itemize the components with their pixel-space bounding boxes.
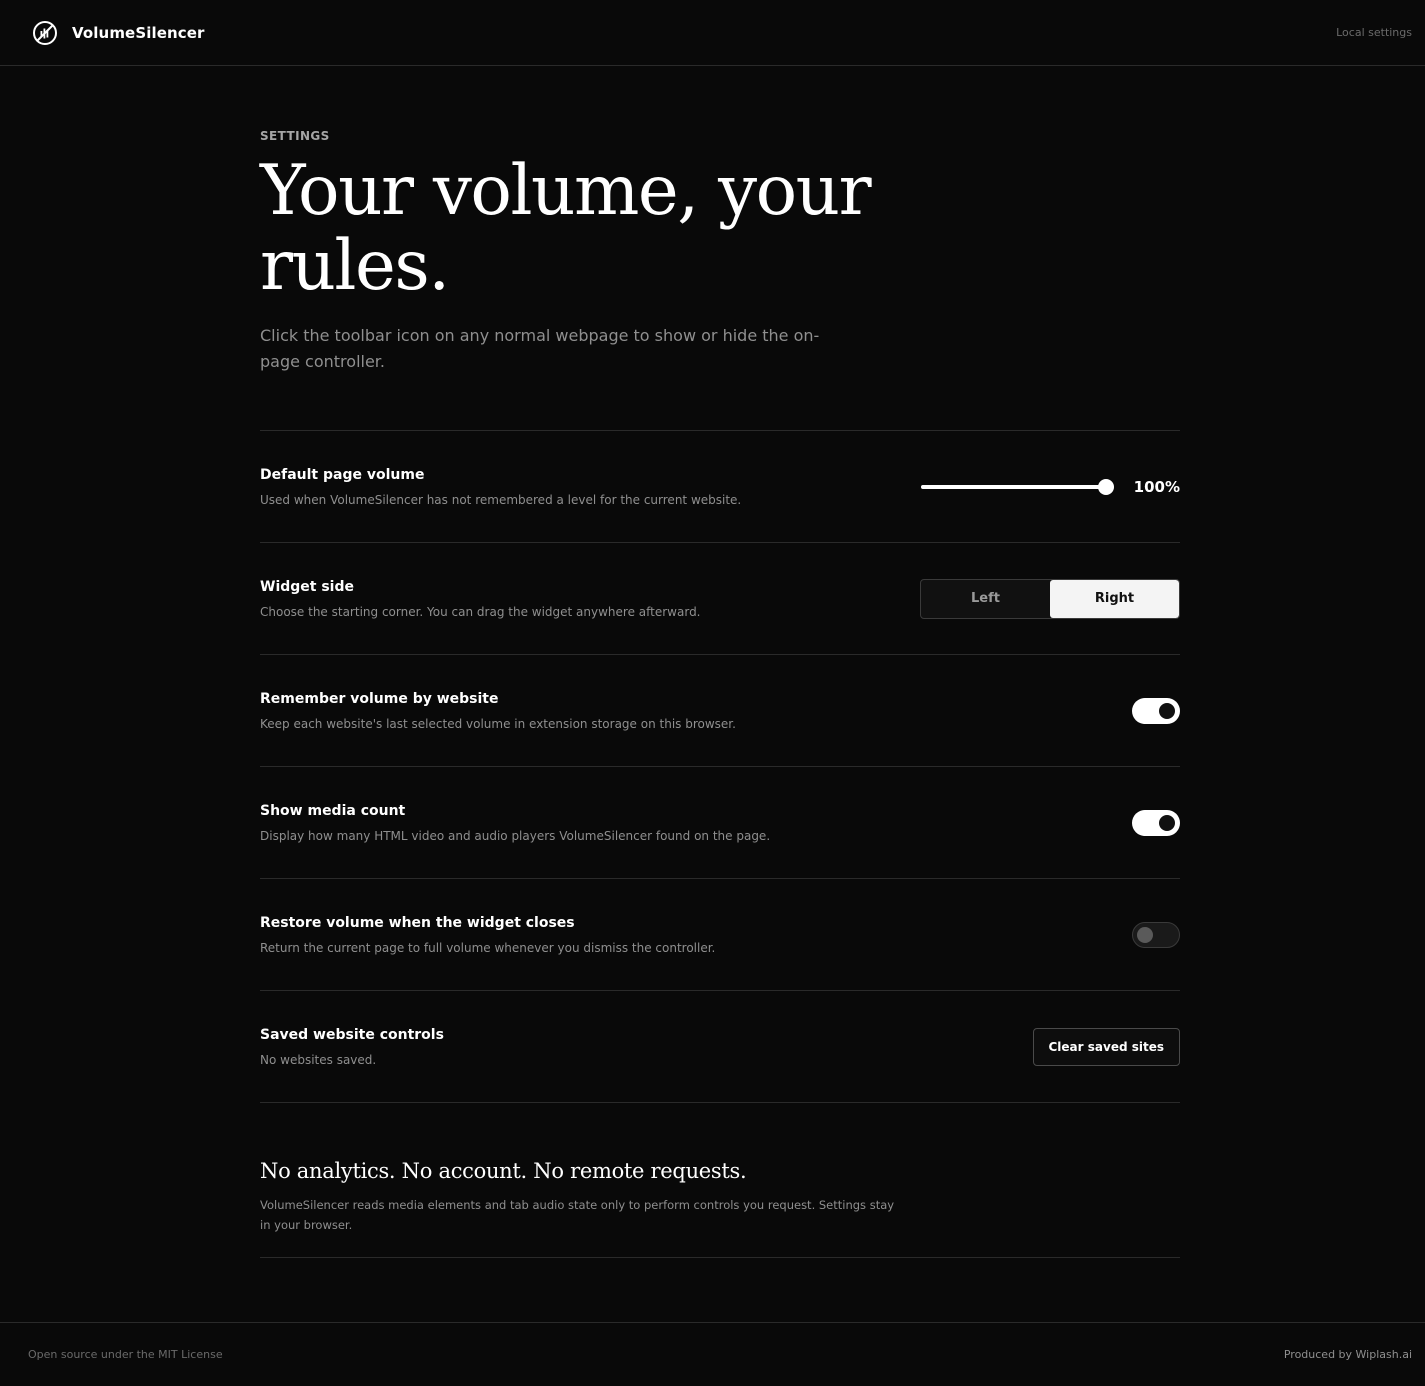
producer-link[interactable]: Produced by Wiplash.ai (1284, 1348, 1412, 1361)
setting-widget-side: Widget side Choose the starting corner. … (260, 543, 1180, 655)
volume-control: 100% (920, 477, 1180, 496)
brand[interactable]: VolumeSilencer (32, 20, 205, 46)
setting-title: Widget side (260, 578, 354, 595)
privacy-title: No analytics. No account. No remote requ… (260, 1159, 747, 1183)
page-title: Your volume, your rules. (260, 151, 872, 306)
setting-title: Remember volume by website (260, 690, 499, 707)
remember-volume-toggle[interactable] (1132, 697, 1180, 724)
top-bar: VolumeSilencer Local settings (0, 0, 1425, 66)
widget-side-right-button[interactable]: Right (1050, 579, 1179, 618)
page-subtitle: Click the toolbar icon on any normal web… (260, 326, 820, 371)
privacy-text: VolumeSilencer reads media elements and … (260, 1198, 895, 1232)
setting-title: Saved website controls (260, 1026, 444, 1043)
show-media-count-toggle[interactable] (1132, 809, 1180, 836)
toggle-knob (1137, 926, 1153, 943)
brand-name: VolumeSilencer (72, 23, 205, 42)
volume-value: 100% (1133, 477, 1180, 496)
widget-side-selector: Left Right (920, 578, 1180, 619)
local-settings-label: Local settings (1336, 26, 1412, 39)
setting-remember-volume: Remember volume by website Keep each web… (260, 655, 1180, 767)
setting-title: Restore volume when the widget closes (260, 914, 575, 931)
settings-list: Default page volume Used when VolumeSile… (260, 430, 1180, 1103)
footer: Open source under the MIT License Produc… (0, 1322, 1425, 1386)
setting-description: Return the current page to full volume w… (260, 940, 716, 955)
setting-description: Display how many HTML video and audio pl… (260, 828, 771, 843)
setting-restore-volume: Restore volume when the widget closes Re… (260, 879, 1180, 991)
restore-volume-toggle[interactable] (1132, 921, 1180, 948)
license-link[interactable]: Open source under the MIT License (28, 1348, 223, 1361)
setting-description: Used when VolumeSilencer has not remembe… (260, 492, 742, 507)
setting-saved-sites: Saved website controls No websites saved… (260, 991, 1180, 1103)
setting-title: Show media count (260, 802, 406, 819)
muted-speaker-logo-icon (33, 20, 57, 45)
slider-thumb[interactable] (1097, 478, 1114, 495)
setting-default-volume: Default page volume Used when VolumeSile… (260, 431, 1180, 543)
clear-saved-sites-button[interactable]: Clear saved sites (1032, 1027, 1180, 1066)
setting-title: Default page volume (260, 466, 425, 483)
volume-slider[interactable] (920, 478, 1114, 495)
setting-description: No websites saved. (260, 1052, 377, 1067)
slider-fill (920, 484, 1106, 489)
setting-description: Keep each website's last selected volume… (260, 716, 736, 731)
privacy-section: No analytics. No account. No remote requ… (260, 1159, 1180, 1258)
settings-main: SETTINGS Your volume, your rules. Click … (260, 66, 1180, 1258)
toggle-knob (1159, 702, 1175, 719)
setting-show-media-count: Show media count Display how many HTML v… (260, 767, 1180, 879)
eyebrow-label: SETTINGS (260, 129, 330, 143)
toggle-knob (1159, 814, 1175, 831)
widget-side-left-button[interactable]: Left (921, 580, 1050, 618)
setting-description: Choose the starting corner. You can drag… (260, 604, 701, 619)
